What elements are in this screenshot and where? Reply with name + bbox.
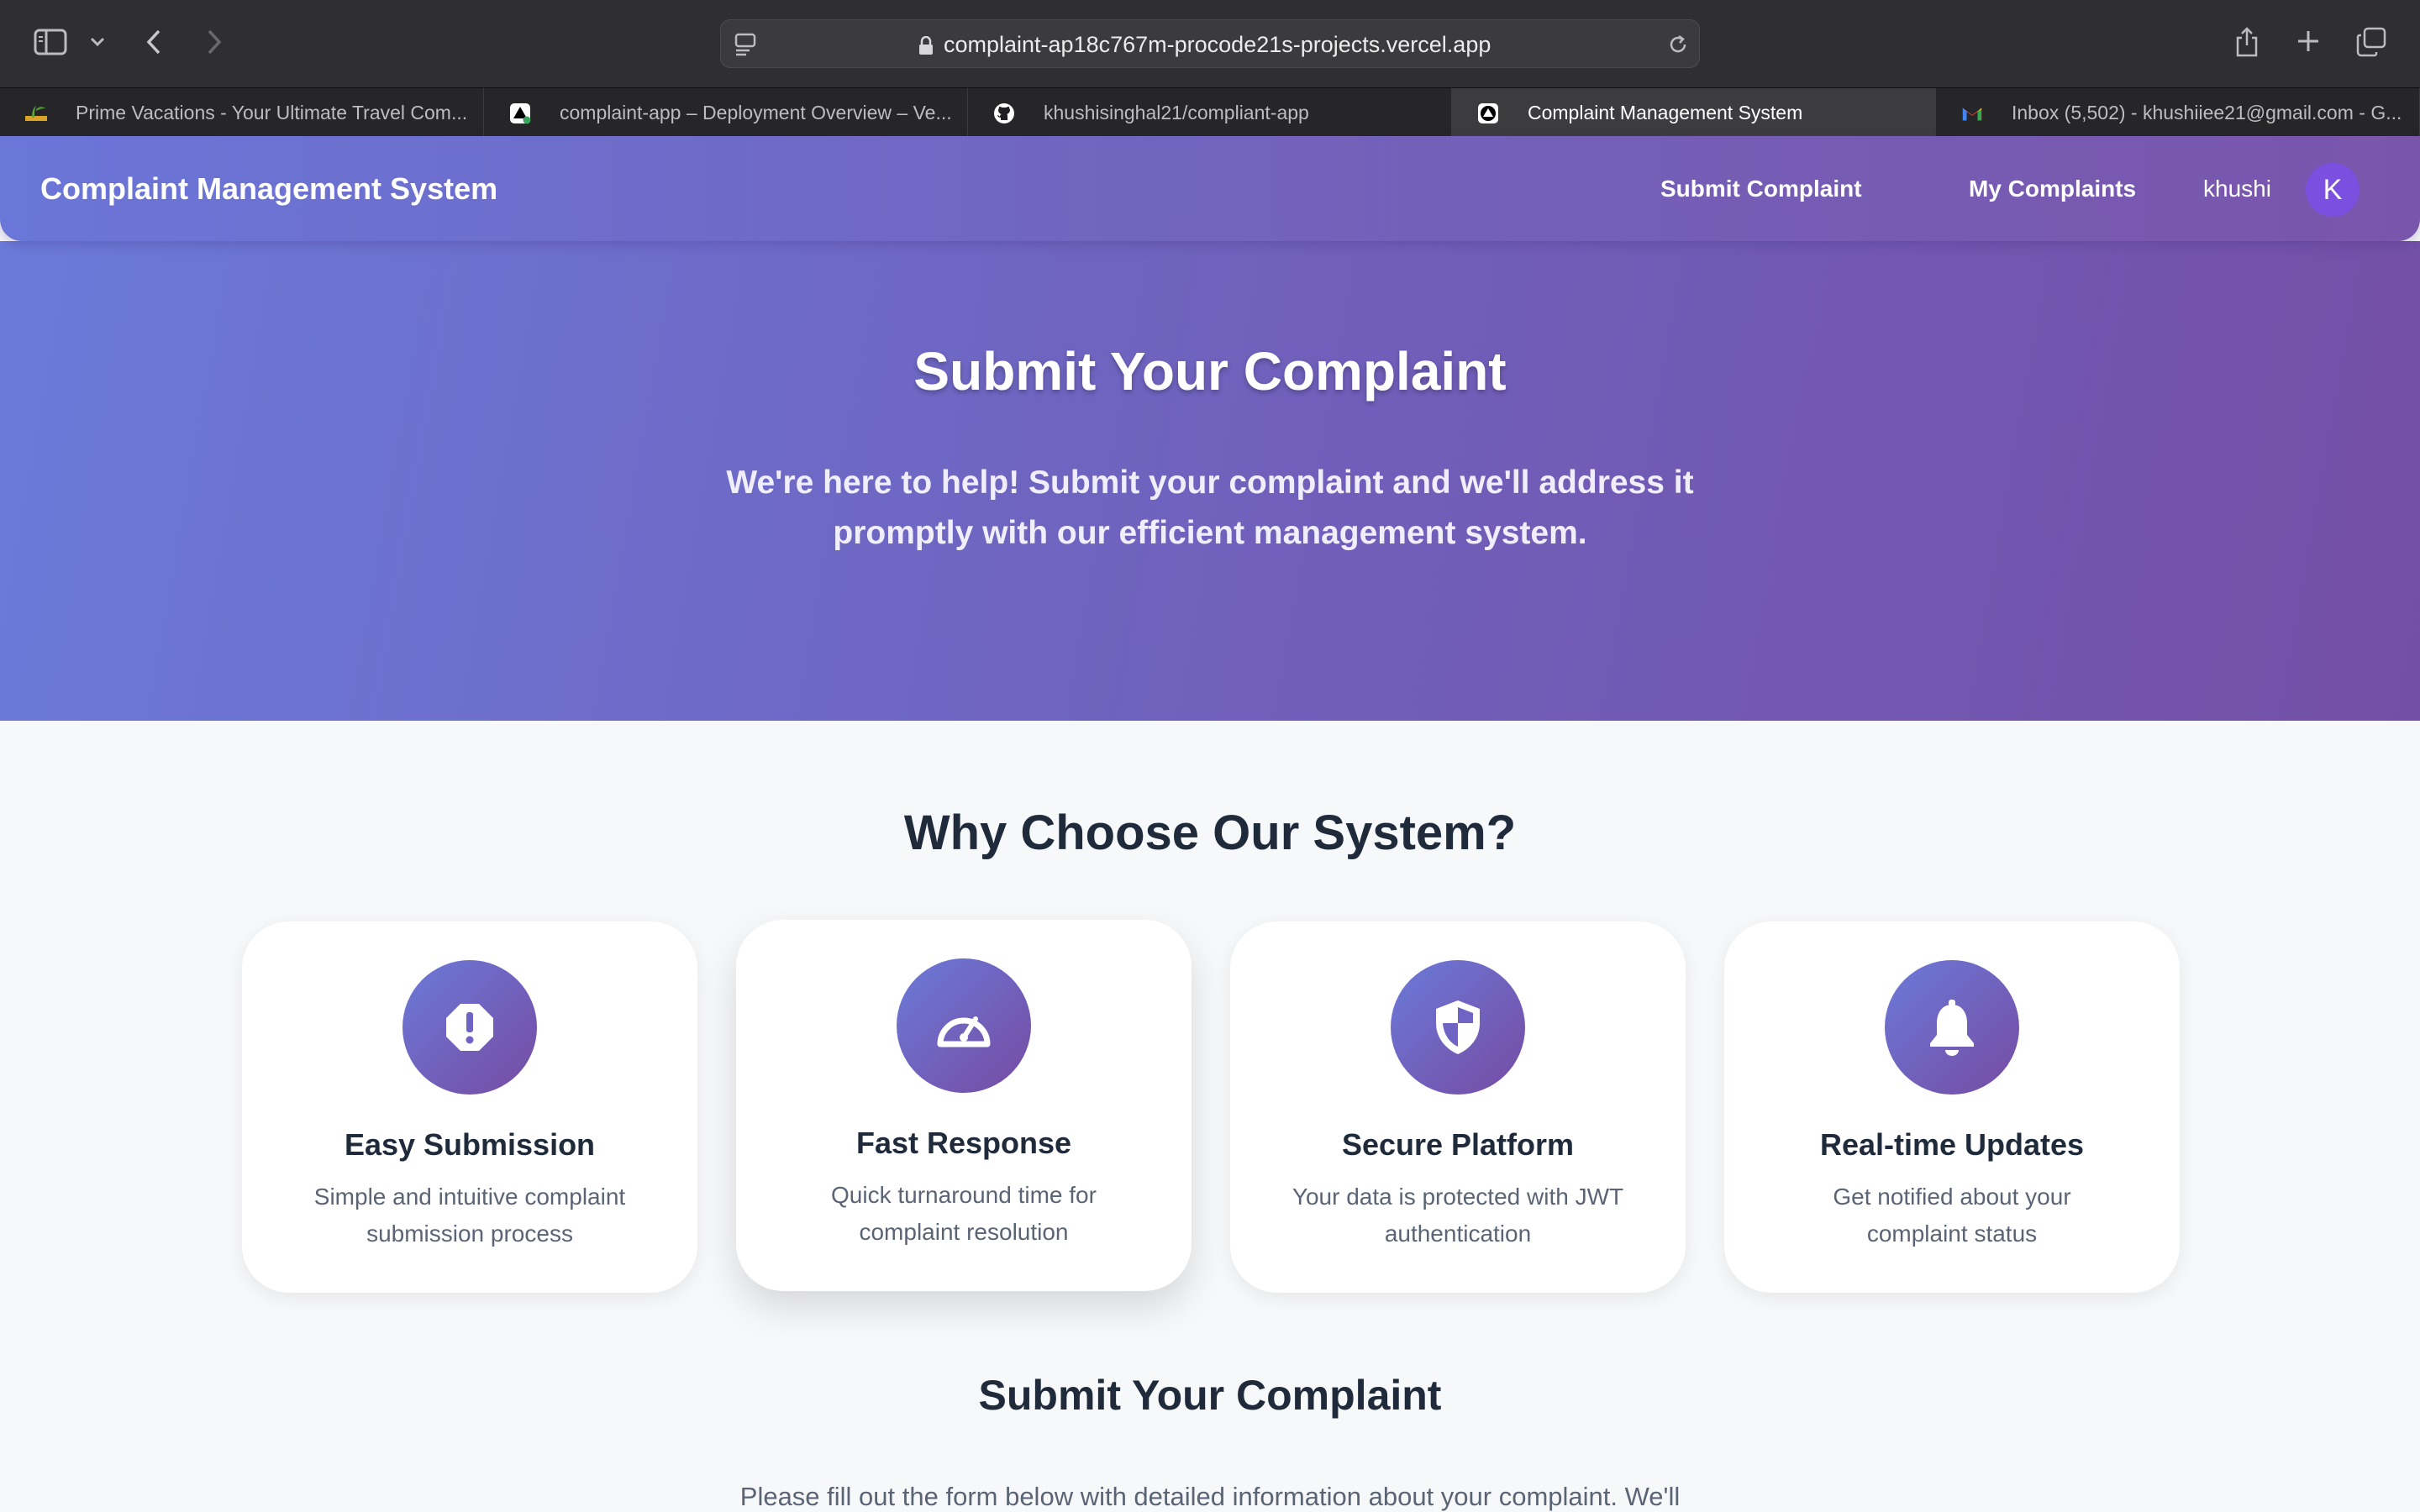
tab-label: Prime Vacations - Your Ultimate Travel C… [76,101,468,123]
feature-card-secure-platform: Secure Platform Your data is protected w… [1230,921,1686,1293]
tab-complaint-system[interactable]: Complaint Management System [1452,88,1936,137]
card-title: Real-time Updates [1819,1127,2085,1162]
tab-strip: Prime Vacations - Your Ultimate Travel C… [0,87,2420,137]
bell-icon [1885,960,2019,1095]
card-description: Quick turnaround time for complaint reso… [831,1182,1097,1245]
exclamation-octagon-icon [402,960,537,1095]
form-section-title: Submit Your Complaint [978,1372,1442,1419]
card-title: Easy Submission [344,1127,596,1162]
shield-icon [1391,960,1525,1095]
hero-title: Submit Your Complaint [913,341,1507,402]
lock-icon [918,35,934,55]
tab-github-repo[interactable]: khushisinghal21/compliant-app [968,88,1452,137]
card-description: Your data is protected with JWT authenti… [1292,1184,1624,1247]
tab-label: complaint-app – Deployment Overview – Ve… [560,101,952,123]
hero-banner: Submit Your Complaint We're here to help… [0,241,2420,721]
back-icon[interactable] [141,25,166,59]
palm-icon [25,102,47,124]
share-icon[interactable] [2232,24,2262,60]
username: khushi [2203,176,2271,202]
tab-label: Complaint Management System [1528,101,1803,123]
gmail-icon [1961,102,1983,124]
new-tab-icon[interactable] [2294,27,2323,55]
reload-icon[interactable] [1665,32,1691,57]
forward-icon[interactable] [202,25,227,59]
feature-card-realtime-updates: Real-time Updates Get notified about you… [1724,921,2180,1293]
app-navbar: Complaint Management System Submit Compl… [0,136,2420,241]
nav-my-complaints[interactable]: My Complaints [1969,136,2136,241]
sidebar-toggle-icon[interactable] [32,25,69,59]
feature-card-easy-submission: Easy Submission Simple and intuitive com… [242,921,697,1293]
card-description: Simple and intuitive complaint submissio… [313,1184,626,1247]
vercel-icon [509,102,531,124]
avatar[interactable]: K [2306,163,2360,217]
card-title: Secure Platform [1341,1127,1575,1162]
form-section-subtitle: Please fill out the form below with deta… [739,1482,1681,1511]
tab-label: Inbox (5,502) - khushiiee21@gmail.com - … [2012,101,2402,123]
nav-submit-complaint[interactable]: Submit Complaint [1660,136,1862,241]
hero-subtitle: We're here to help! Submit your complain… [726,465,1694,551]
github-icon [993,102,1015,124]
address-bar[interactable]: complaint-ap18c767m-procode21s-projects.… [720,19,1700,68]
tab-gmail-inbox[interactable]: Inbox (5,502) - khushiiee21@gmail.com - … [1936,88,2420,137]
tab-label: khushisinghal21/compliant-app [1044,101,1309,123]
tab-prime-vacations[interactable]: Prime Vacations - Your Ultimate Travel C… [0,88,484,137]
feature-card-fast-response: Fast Response Quick turnaround time for … [736,920,1192,1291]
brand-title[interactable]: Complaint Management System [40,136,497,241]
features-title: Why Choose Our System? [903,806,1517,860]
tab-vercel-deployment[interactable]: complaint-app – Deployment Overview – Ve… [484,88,968,137]
speedometer-icon [897,958,1031,1093]
card-description: Get notified about your complaint status [1833,1184,2071,1247]
page-menu-icon[interactable] [733,32,758,57]
url-text: complaint-ap18c767m-procode21s-projects.… [944,32,1491,57]
card-title: Fast Response [855,1126,1072,1160]
vercel-icon [1477,102,1499,124]
browser-toolbar: complaint-ap18c767m-procode21s-projects.… [0,0,2420,87]
tab-overview-icon[interactable] [2354,25,2388,59]
chevron-down-icon[interactable] [87,32,108,52]
